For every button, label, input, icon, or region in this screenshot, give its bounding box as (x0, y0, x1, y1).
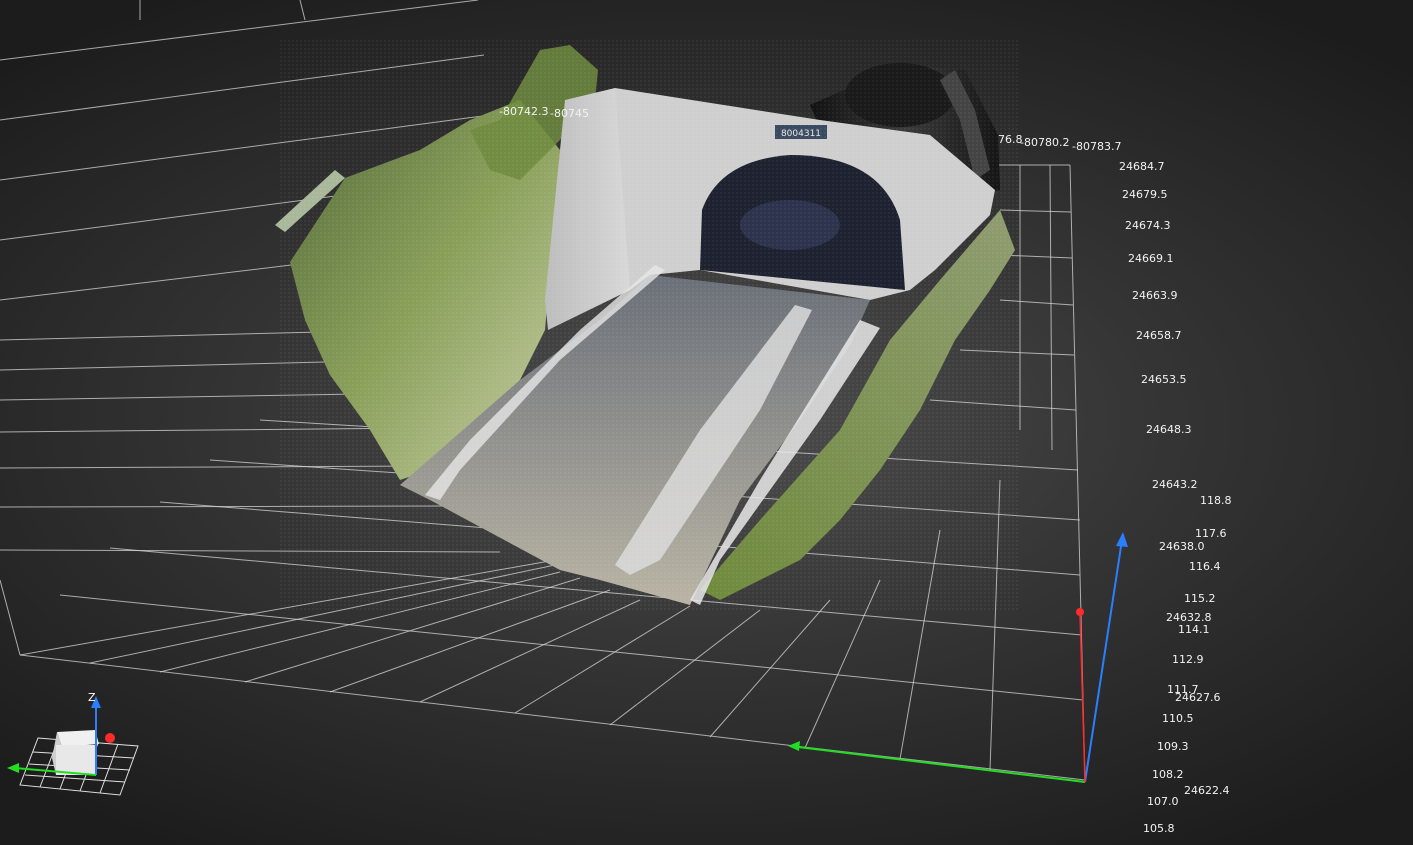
x-tick-label: -80745 (550, 107, 589, 120)
z-tick-label: 116.4 (1189, 560, 1221, 573)
y-tick-label: 24638.0 (1159, 540, 1205, 553)
y-tick-label: 24653.5 (1141, 373, 1187, 386)
z-tick-label: 110.5 (1162, 712, 1194, 725)
y-tick-label: 24679.5 (1122, 188, 1168, 201)
z-tick-label: 117.6 (1195, 527, 1227, 540)
y-tick-label: 24648.3 (1146, 423, 1192, 436)
point-cloud-viewport[interactable]: 8004311 Z -80742.3 -80745 76.8 -80780.2 … (0, 0, 1413, 845)
y-axis-arrow (788, 741, 800, 751)
z-tick-label: 118.8 (1200, 494, 1232, 507)
gizmo-z-label: Z (88, 691, 96, 704)
z-tick-label: 105.8 (1143, 822, 1175, 835)
x-tick-label: -80783.7 (1072, 140, 1122, 153)
y-tick-label: 24663.9 (1132, 289, 1178, 302)
z-tick-label: 112.9 (1172, 653, 1204, 666)
point-noise-overlay (280, 40, 1020, 610)
y-axis-line (789, 745, 1086, 783)
x-tick-label: -80742.3 (499, 105, 549, 118)
z-tick-label: 109.3 (1157, 740, 1189, 753)
z-axis-line (1084, 539, 1123, 783)
z-tick-label: 111.7 (1167, 683, 1199, 696)
orientation-gizmo[interactable]: Z (7, 691, 139, 796)
y-tick-label: 24622.4 (1184, 784, 1230, 797)
z-tick-label: 115.2 (1184, 592, 1216, 605)
y-tick-label: 24669.1 (1128, 252, 1174, 265)
y-tick-label: 24643.2 (1152, 478, 1198, 491)
y-tick-label: 24658.7 (1136, 329, 1182, 342)
y-tick-label: 24674.3 (1125, 219, 1171, 232)
x-tick-label: 76.8 (998, 133, 1023, 146)
x-axis-marker (1076, 608, 1084, 616)
z-tick-label: 114.1 (1178, 623, 1210, 636)
y-tick-label: 24684.7 (1119, 160, 1165, 173)
z-axis-arrow (1116, 532, 1128, 547)
x-tick-label: -80780.2 (1020, 136, 1070, 149)
z-tick-label: 108.2 (1152, 768, 1184, 781)
z-tick-label: 107.0 (1147, 795, 1179, 808)
x-axis-line (1079, 611, 1086, 783)
